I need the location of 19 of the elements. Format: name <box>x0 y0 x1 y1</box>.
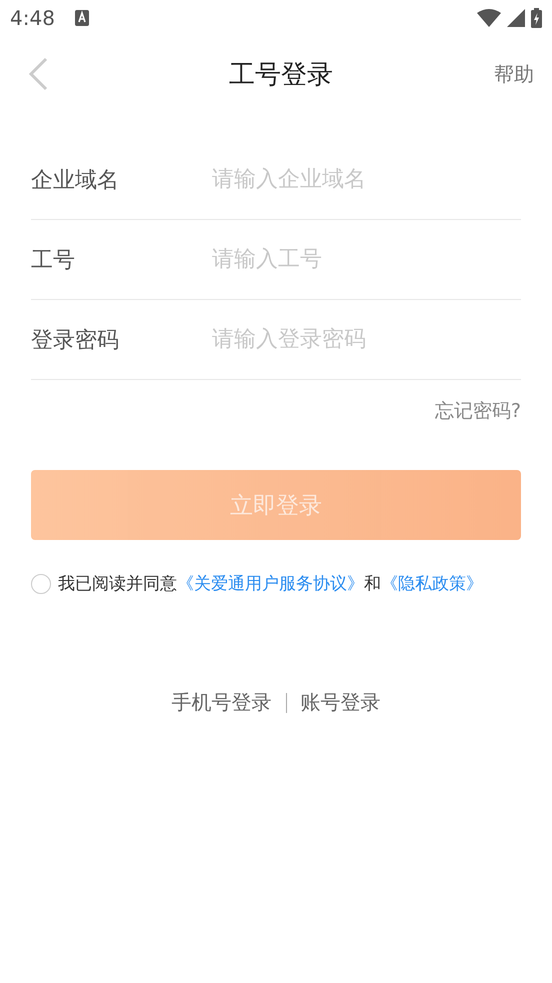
agreement-text: 和 <box>364 573 381 595</box>
page-title: 工号登录 <box>229 58 333 92</box>
login-mode-link[interactable]: 账号登录 <box>300 689 380 716</box>
signal-icon <box>507 9 525 27</box>
privacy-link[interactable]: 《隐私政策》 <box>381 572 483 595</box>
wifi-icon <box>477 9 501 27</box>
help-button[interactable]: 帮助 <box>494 60 534 88</box>
battery-icon <box>531 8 542 28</box>
status-time: 4:48 <box>10 6 55 30</box>
forgot-password-link[interactable]: 忘记密码? <box>434 398 521 424</box>
agreement-checkbox[interactable] <box>31 574 51 594</box>
login-mode-link[interactable]: 手机号登录 <box>172 689 272 716</box>
field-label: 登录密码 <box>31 326 120 354</box>
field-label: 工号 <box>31 246 76 274</box>
terms-link[interactable]: 《关爱通用户服务协议》 <box>177 572 364 595</box>
agreement-text: 我已阅读并同意 <box>58 573 177 595</box>
field-label: 企业域名 <box>31 166 120 194</box>
back-button[interactable] <box>28 57 48 91</box>
keyboard-icon <box>74 10 89 26</box>
